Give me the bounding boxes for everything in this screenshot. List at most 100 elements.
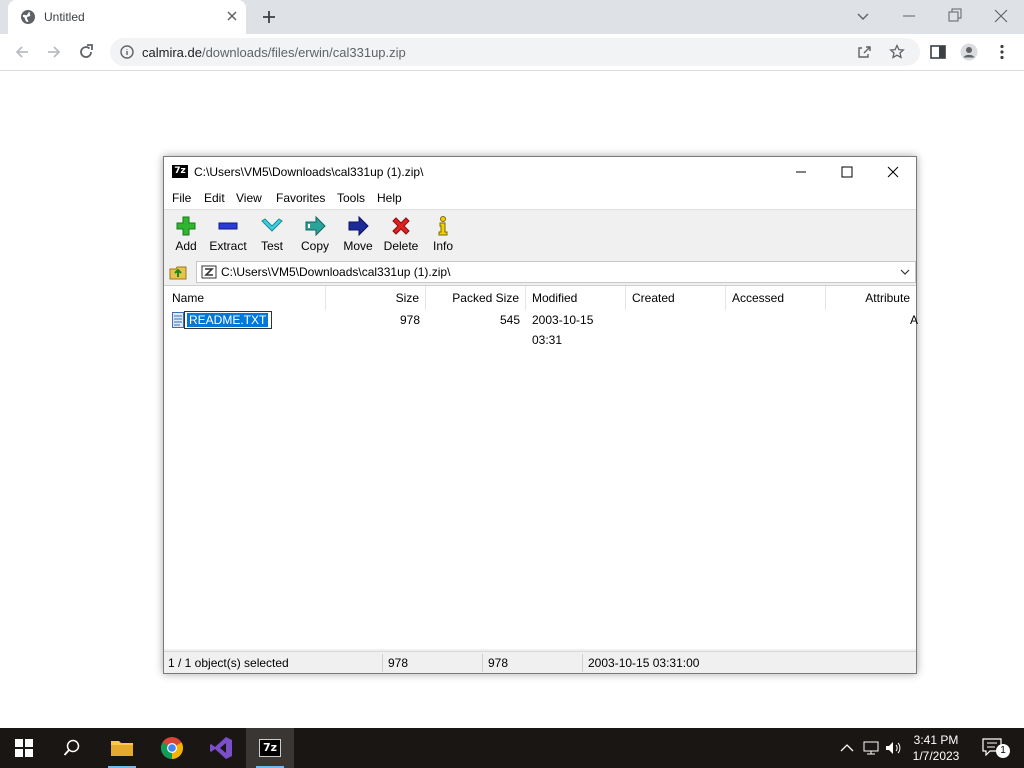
status-packed-size: 978 [488, 656, 509, 670]
7zip-statusbar: 1 / 1 object(s) selected 978 978 2003-10… [164, 651, 916, 673]
notification-center-button[interactable]: 1 [976, 736, 1016, 760]
move-label: Move [343, 239, 373, 253]
file-list[interactable]: Name Size Packed Size Modified Created A… [164, 285, 918, 768]
address-bar[interactable]: calmira.de/downloads/files/erwin/cal331u… [110, 38, 920, 66]
copy-button[interactable]: Copy [293, 213, 337, 257]
chrome-icon [161, 737, 183, 759]
copy-label: Copy [300, 239, 329, 253]
archive-icon [201, 265, 217, 279]
menu-help[interactable]: Help [377, 191, 402, 205]
taskbar-chrome[interactable] [148, 728, 196, 768]
info-button[interactable]: Info [421, 213, 465, 257]
volume-icon[interactable] [884, 739, 902, 757]
status-divider [582, 654, 583, 672]
network-icon[interactable] [862, 739, 880, 757]
add-button[interactable]: Add [164, 213, 208, 257]
chevron-down-icon[interactable] [899, 267, 911, 277]
reload-icon[interactable] [76, 42, 96, 62]
browser-toolbar: calmira.de/downloads/files/erwin/cal331u… [0, 34, 1024, 71]
info-label: Info [432, 239, 453, 253]
7zip-window: 7z C:\Users\VM5\Downloads\cal331up (1).z… [163, 156, 918, 768]
status-date: 2003-10-15 03:31:00 [588, 656, 700, 670]
column-packed-size[interactable]: Packed Size [426, 286, 526, 310]
windows-logo-icon [15, 739, 33, 757]
7zip-app-icon: 7z [172, 165, 188, 178]
file-packed-size: 545 [499, 313, 520, 327]
taskbar-file-explorer[interactable] [98, 728, 146, 768]
column-accessed[interactable]: Accessed [726, 286, 826, 310]
taskbar-clock[interactable]: 3:41 PM 1/7/2023 [906, 732, 966, 764]
clock-time: 3:41 PM [913, 733, 959, 747]
7zip-close-button[interactable] [870, 157, 916, 187]
menu-edit[interactable]: Edit [204, 191, 225, 205]
status-selection: 1 / 1 object(s) selected [168, 656, 289, 670]
file-size: 978 [399, 313, 420, 327]
extract-button[interactable]: Extract [206, 213, 250, 257]
restore-icon[interactable] [945, 6, 965, 26]
7zip-taskbar-icon: 7z [259, 739, 281, 757]
test-checkmark-icon [261, 218, 283, 232]
visual-studio-icon [210, 737, 232, 759]
test-button[interactable]: Test [250, 213, 294, 257]
forward-icon[interactable] [44, 42, 64, 62]
close-icon [887, 166, 899, 178]
minimize-icon[interactable] [899, 6, 919, 26]
path-combobox[interactable]: C:\Users\VM5\Downloads\cal331up (1).zip\ [196, 261, 916, 283]
delete-label: Delete [383, 239, 419, 253]
bookmark-star-icon[interactable] [889, 44, 905, 60]
status-divider [382, 654, 383, 672]
delete-button[interactable]: Delete [379, 213, 423, 257]
search-button[interactable] [48, 728, 96, 768]
tab-search-icon[interactable] [853, 6, 873, 26]
new-tab-icon[interactable] [260, 8, 278, 26]
url-host: calmira.de [142, 45, 202, 60]
menu-view[interactable]: View [236, 191, 262, 205]
move-button[interactable]: Move [336, 213, 380, 257]
rename-selected-text: README.TXT [187, 313, 269, 327]
7zip-titlebar[interactable]: 7z C:\Users\VM5\Downloads\cal331up (1).z… [164, 157, 916, 187]
globe-icon [21, 10, 35, 24]
status-divider [482, 654, 483, 672]
7zip-menubar: File Edit View Favorites Tools Help [164, 187, 916, 209]
share-icon[interactable] [856, 44, 872, 60]
column-created[interactable]: Created [626, 286, 726, 310]
copy-arrow-icon [305, 215, 326, 237]
rename-input[interactable]: README.TXT [184, 311, 272, 329]
profile-icon[interactable] [960, 43, 978, 61]
close-tab-icon[interactable] [224, 8, 240, 24]
7zip-maximize-button[interactable] [824, 157, 870, 187]
column-name[interactable]: Name [166, 286, 326, 310]
7zip-minimize-button[interactable] [778, 157, 824, 187]
menu-tools[interactable]: Tools [337, 191, 365, 205]
notification-count: 1 [996, 744, 1010, 758]
site-info-icon[interactable] [120, 45, 134, 59]
file-modified: 2003-10-15 03:31 [532, 313, 594, 347]
menu-favorites[interactable]: Favorites [276, 191, 325, 205]
more-menu-icon[interactable] [993, 43, 1011, 61]
move-arrow-icon [348, 215, 369, 237]
search-icon [63, 739, 80, 756]
close-window-icon[interactable] [991, 6, 1011, 26]
minimize-icon [796, 171, 806, 173]
column-modified[interactable]: Modified [526, 286, 626, 310]
taskbar-7zip[interactable]: 7z [246, 728, 294, 768]
maximize-icon [841, 166, 853, 178]
table-row[interactable]: README.TXT 978 545 2003-10-15 03:31 A [164, 310, 918, 347]
browser-tab[interactable]: Untitled [8, 0, 246, 34]
side-panel-icon[interactable] [929, 43, 947, 61]
taskbar-visual-studio[interactable] [197, 728, 245, 768]
extract-label: Extract [209, 239, 247, 253]
start-button[interactable] [0, 728, 48, 768]
column-attributes[interactable]: Attribute [826, 286, 916, 310]
status-size: 978 [388, 656, 409, 670]
menu-file[interactable]: File [172, 191, 191, 205]
folder-icon [111, 741, 133, 756]
text-file-icon [172, 312, 184, 328]
file-attributes: A [910, 313, 919, 327]
column-size[interactable]: Size [326, 286, 426, 310]
url-path: /downloads/files/erwin/cal331up.zip [201, 45, 406, 60]
chevron-up-icon[interactable] [838, 739, 856, 757]
back-icon[interactable] [12, 42, 32, 62]
up-folder-icon[interactable] [168, 263, 188, 281]
clock-date: 1/7/2023 [912, 749, 960, 763]
